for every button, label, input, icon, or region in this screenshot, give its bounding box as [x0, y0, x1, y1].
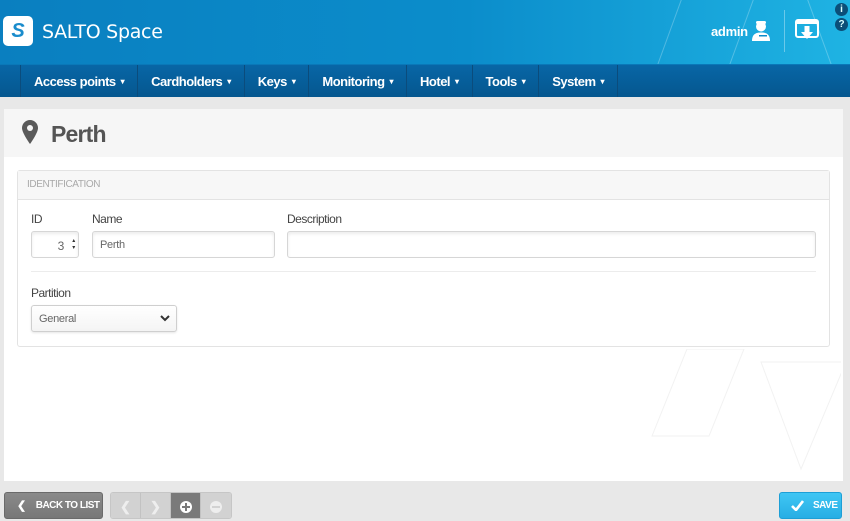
plus-circle-icon: [179, 500, 192, 513]
content-panel: Perth IDENTIFICATION ID 3 ▴ ▾ Name Perth …: [4, 109, 843, 481]
nav-tools[interactable]: Tools ▾: [473, 65, 540, 97]
id-value: 3: [57, 239, 65, 253]
nav-access-points[interactable]: Access points ▾: [21, 65, 139, 97]
add-record-button[interactable]: [171, 493, 201, 518]
nav-label: Monitoring: [322, 73, 385, 89]
next-record-button[interactable]: ❯: [141, 493, 171, 518]
id-label: ID: [31, 212, 43, 226]
check-icon: [791, 500, 804, 511]
map-marker-icon: [22, 120, 38, 144]
back-label: BACK TO LIST: [35, 500, 100, 511]
back-to-list-button[interactable]: ❮ BACK TO LIST: [4, 492, 103, 519]
title-bar: Perth: [4, 109, 843, 157]
page-title: Perth: [51, 121, 107, 147]
name-value: Perth: [100, 239, 125, 251]
save-button[interactable]: SAVE: [779, 492, 842, 519]
delete-record-button[interactable]: [201, 493, 231, 518]
chevron-down-icon: ▾: [291, 76, 296, 86]
record-navigation: ❮ ❯: [110, 492, 232, 519]
identification-section: IDENTIFICATION ID 3 ▴ ▾ Name Perth Descri…: [17, 170, 830, 347]
nav-hotel[interactable]: Hotel ▾: [407, 65, 473, 97]
chevron-down-icon: ▾: [521, 76, 526, 86]
help-icon[interactable]: ?: [835, 18, 848, 31]
logo-letter: S: [11, 19, 25, 42]
salto-logo[interactable]: S: [3, 16, 33, 46]
nav-label: Keys: [257, 73, 288, 89]
section-divider: [31, 271, 816, 272]
spinner-arrows-icon[interactable]: ▴ ▾: [72, 238, 75, 252]
nav-label: Hotel: [420, 73, 451, 89]
name-label: Name: [92, 212, 123, 226]
partition-value: General: [39, 313, 77, 325]
partition-select[interactable]: General: [31, 305, 177, 332]
user-name[interactable]: admin: [711, 24, 748, 39]
description-input[interactable]: [287, 231, 816, 258]
chevron-down-icon: ▾: [600, 76, 605, 86]
description-label: Description: [287, 212, 342, 226]
nav-cardholders[interactable]: Cardholders ▾: [138, 65, 245, 97]
chevron-right-icon: ❯: [150, 498, 161, 514]
chevron-down-icon: ▾: [227, 76, 231, 86]
nav-label: Cardholders: [151, 73, 223, 89]
chevron-left-icon: ❮: [120, 498, 131, 514]
watermark-decoration: [651, 349, 841, 471]
chevron-down-icon: ▾: [389, 76, 394, 86]
nav-keys[interactable]: Keys ▾: [245, 65, 310, 97]
brand-name: SALTO Space: [42, 21, 163, 43]
nav-system[interactable]: System ▾: [539, 65, 619, 97]
save-label: SAVE: [813, 500, 838, 511]
chevron-left-icon: ❮: [17, 500, 26, 512]
id-stepper[interactable]: 3 ▴ ▾: [31, 231, 79, 258]
chevron-down-icon: ▾: [120, 76, 125, 86]
partition-label: Partition: [31, 286, 71, 300]
nav-label: Access points: [34, 73, 116, 89]
main-nav: Access points ▾ Cardholders ▾ Keys ▾ Mon…: [0, 64, 850, 97]
chevron-down-icon: ▾: [455, 76, 459, 86]
header-decoration: [652, 0, 685, 64]
nav-label: System: [552, 73, 596, 89]
info-icon[interactable]: i: [835, 3, 848, 16]
nav-label: Tools: [485, 73, 518, 89]
user-icon[interactable]: [750, 20, 772, 42]
header-separator: [784, 10, 785, 52]
name-input[interactable]: Perth: [92, 231, 275, 258]
nav-monitoring[interactable]: Monitoring ▾: [309, 65, 408, 97]
download-window-icon[interactable]: [795, 19, 819, 41]
app-header: S SALTO Space admin i ?: [0, 0, 850, 64]
previous-record-button[interactable]: ❮: [111, 493, 141, 518]
minus-circle-icon: [210, 500, 222, 513]
chevron-down-icon: [160, 315, 170, 322]
section-title: IDENTIFICATION: [18, 171, 829, 200]
